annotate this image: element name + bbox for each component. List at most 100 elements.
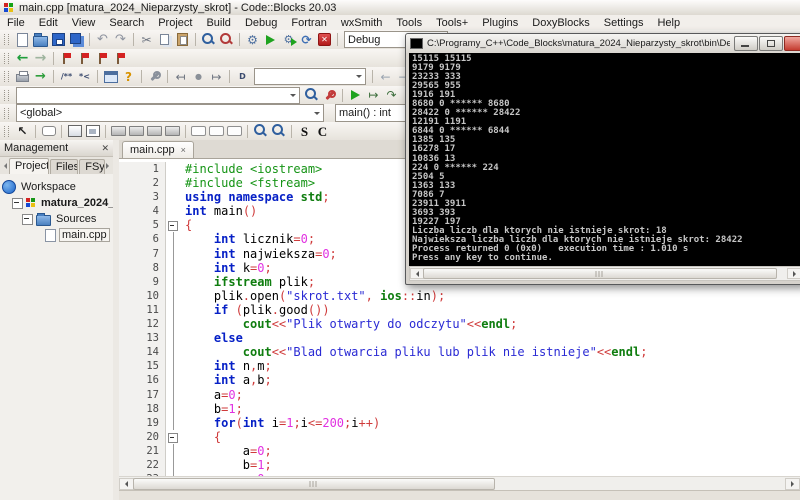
code-line-14[interactable]: 14 cout<<"Blad otwarcia pliku lub plik n… — [119, 345, 800, 360]
doxygen-help-button[interactable]: ? — [120, 69, 137, 84]
build-button[interactable]: ⚙ — [244, 32, 261, 47]
menu-doxyblocks[interactable]: DoxyBlocks — [525, 17, 596, 29]
wx-align-tool-2[interactable] — [128, 124, 145, 139]
tree-item-matura-2024-niepa[interactable]: matura_2024_Niepa — [0, 195, 113, 211]
debug-target-button[interactable]: D — [234, 69, 251, 84]
clear-bookmarks-button[interactable] — [112, 51, 129, 66]
menu-edit[interactable]: Edit — [32, 17, 65, 29]
management-tab-files[interactable]: Files — [49, 159, 79, 174]
wx-border-tool-1[interactable] — [190, 124, 207, 139]
debug-continue-button[interactable] — [347, 88, 364, 103]
editor-scrollbar-thumb[interactable] — [133, 478, 495, 490]
code-line-13[interactable]: 13 else — [119, 331, 800, 346]
tree-expander-icon[interactable] — [22, 213, 33, 225]
menu-search[interactable]: Search — [102, 17, 151, 29]
code-line-11[interactable]: 11 if (plik.good()) — [119, 302, 800, 318]
menu-plugins[interactable]: Plugins — [475, 17, 525, 29]
menu-debug[interactable]: Debug — [238, 17, 284, 29]
symbols-filter-input[interactable] — [16, 86, 300, 104]
wx-align-tool-4[interactable] — [164, 124, 181, 139]
console-horizontal-scrollbar[interactable] — [409, 266, 800, 281]
menu-build[interactable]: Build — [199, 17, 237, 29]
tab-scroll-right-button[interactable] — [106, 163, 112, 169]
run-button[interactable] — [262, 32, 279, 47]
jump-back-button[interactable]: ↤ — [172, 69, 189, 84]
copy-button[interactable] — [156, 32, 173, 47]
wx-source-view-button[interactable]: S — [296, 124, 313, 139]
console-scrollbar-thumb[interactable] — [423, 268, 777, 279]
code-line-10[interactable]: 10 plik.open("skrot.txt", ios::in); — [119, 288, 800, 304]
doxygen-line-comment-button[interactable]: *< — [76, 69, 93, 84]
editor-horizontal-scrollbar[interactable] — [119, 476, 800, 491]
zoom-out-button[interactable] — [270, 124, 287, 139]
go-back-button[interactable]: ← — [14, 51, 31, 66]
cut-button[interactable]: ✂ — [138, 32, 155, 47]
toggle-bookmark-button[interactable] — [58, 51, 75, 66]
go-forward-button[interactable]: → — [32, 51, 49, 66]
replace-button[interactable] — [218, 32, 235, 47]
abort-build-button[interactable] — [316, 32, 333, 47]
console-close-button[interactable] — [784, 36, 800, 51]
jump-forward-button[interactable]: ↦ — [208, 69, 225, 84]
code-line-15[interactable]: 15 int n,m; — [119, 359, 800, 374]
undo-button[interactable]: ↶ — [94, 32, 111, 47]
console-minimize-button[interactable] — [734, 36, 758, 51]
code-line-12[interactable]: 12 cout<<"Plik otwarty do odczytu"<<endl… — [119, 317, 800, 332]
wx-align-tool-1[interactable] — [110, 124, 127, 139]
doxygen-block-comment-button[interactable]: /** — [58, 69, 75, 84]
management-tab-fsy[interactable]: FSy — [79, 159, 105, 174]
menu-settings[interactable]: Settings — [597, 17, 651, 29]
save-all-button[interactable] — [68, 32, 85, 47]
console-maximize-button[interactable] — [759, 36, 783, 51]
scope-select[interactable]: <global> — [16, 104, 324, 122]
open-file-button[interactable] — [32, 32, 49, 47]
new-file-button[interactable] — [14, 32, 31, 47]
code-line-19[interactable]: 19 for(int i=1;i<=200;i++) — [119, 415, 800, 430]
wx-text-tool-button[interactable] — [84, 124, 101, 139]
close-management-button[interactable]: ✕ — [101, 143, 109, 154]
wx-sizer-tool-button[interactable] — [66, 124, 83, 139]
tree-item-main-cpp[interactable]: main.cpp — [0, 227, 113, 243]
wx-border-tool-3[interactable] — [226, 124, 243, 139]
tab-scroll-left-button[interactable] — [1, 163, 7, 169]
prev-bookmark-button[interactable] — [76, 51, 93, 66]
find-button[interactable] — [200, 32, 217, 47]
rebuild-button[interactable]: ⟳ — [298, 32, 315, 47]
management-tab-projects[interactable]: Projects — [9, 158, 49, 175]
symbols-settings-button[interactable] — [321, 88, 338, 103]
doxyblocks-settings-button[interactable] — [146, 69, 163, 84]
console-title-bar[interactable]: C:\Programy_C++\Code_Blocks\matura_2024_… — [406, 34, 800, 53]
run-to-cursor-button[interactable]: ↦ — [365, 88, 382, 103]
pointer-tool-button[interactable]: ↖ — [14, 124, 31, 139]
wx-border-tool-2[interactable] — [208, 124, 225, 139]
code-line-20[interactable]: 20 { — [119, 429, 800, 444]
fold-collapse-icon[interactable] — [168, 432, 178, 443]
tree-item-sources[interactable]: Sources — [0, 211, 113, 227]
scroll-right-button[interactable] — [785, 478, 800, 490]
scroll-left-button[interactable] — [119, 478, 134, 490]
save-button[interactable] — [50, 32, 67, 47]
build-and-run-button[interactable]: ⚙ — [280, 32, 297, 47]
zoom-in-button[interactable] — [252, 124, 269, 139]
paste-button[interactable] — [174, 32, 191, 47]
wx-dialog-tool-button[interactable] — [40, 124, 57, 139]
menu-project[interactable]: Project — [151, 17, 199, 29]
nav-prev-button[interactable]: ← — [377, 69, 394, 84]
code-line-22[interactable]: 22 b=1; — [119, 457, 800, 473]
editor-tab-main-cpp[interactable]: main.cpp × — [122, 141, 194, 158]
wx-class-view-button[interactable]: C — [314, 124, 331, 139]
redo-button[interactable]: ↷ — [112, 32, 129, 47]
run-script-button[interactable]: → — [32, 69, 49, 84]
menu-fortran[interactable]: Fortran — [284, 17, 333, 29]
title-bar[interactable]: main.cpp [matura_2024_Nieparzysty_skrot]… — [0, 0, 800, 16]
menu-toolsplus[interactable]: Tools+ — [429, 17, 475, 29]
menu-view[interactable]: View — [65, 17, 103, 29]
incremental-search-input[interactable] — [254, 68, 366, 85]
fold-collapse-icon[interactable] — [168, 221, 178, 232]
menu-tools[interactable]: Tools — [389, 17, 429, 29]
doxywizard-button[interactable] — [102, 69, 119, 84]
menu-help[interactable]: Help — [650, 17, 687, 29]
next-line-button[interactable]: ↷ — [383, 88, 400, 103]
code-line-17[interactable]: 17 a=0; — [119, 387, 800, 402]
tree-item-workspace[interactable]: Workspace — [0, 179, 113, 195]
